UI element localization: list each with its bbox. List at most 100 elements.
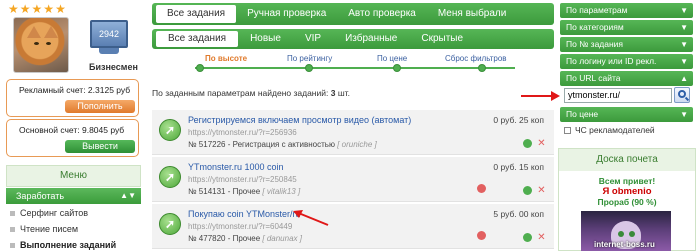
sort-dot[interactable] <box>305 64 313 72</box>
task-title[interactable]: YTmonster.ru 1000 coin <box>188 162 284 172</box>
like-icon[interactable] <box>523 186 532 195</box>
task-meta-text: № 514131 - Прочее <box>188 187 261 196</box>
like-icon[interactable] <box>523 233 532 242</box>
hide-icon[interactable]: ✕ <box>537 139 546 149</box>
task-meta: № 517226 - Регистрация с активностью [ o… <box>188 140 377 149</box>
hide-icon[interactable]: ✕ <box>537 186 546 196</box>
arrow-icon: ▼ <box>680 57 688 66</box>
red-arrow-head <box>551 91 560 101</box>
sort-dot[interactable] <box>393 64 401 72</box>
task-meta: № 477820 - Прочее [ danunax ] <box>188 234 302 243</box>
like-icon[interactable] <box>523 139 532 148</box>
stop-icon[interactable] <box>477 184 486 193</box>
found-count-text: По заданным параметрам найдено заданий: … <box>152 88 350 98</box>
tab-chosen-me[interactable]: Меня выбрали <box>427 5 518 23</box>
arrow-up-right-icon[interactable]: ➚ <box>159 119 181 141</box>
collapse-arrows-icon: ▲▼ <box>120 191 136 200</box>
found-count: 3 <box>330 88 336 98</box>
topup-button[interactable]: Пополнить <box>65 100 135 113</box>
task-meta-text: № 517226 - Регистрация с активностью <box>188 140 335 149</box>
level-monitor-icon: 2942 <box>90 20 128 48</box>
sort-dot[interactable] <box>478 64 486 72</box>
filter-by-login[interactable]: По логину или ID рекл. ▼ <box>560 54 693 69</box>
subtab-new[interactable]: Новые <box>238 31 293 47</box>
filter-label: По URL сайта <box>566 73 621 83</box>
menu-item-mail[interactable]: Чтение писем <box>10 224 78 234</box>
task-meta-text: № 477820 - Прочее <box>188 234 261 243</box>
honor-username[interactable]: Я obmenio <box>559 186 695 197</box>
task-url: https://ytmonster.ru/?r=250845 <box>188 175 297 184</box>
checkbox[interactable] <box>564 127 571 135</box>
blacklist-option[interactable]: ЧС рекламодателей <box>564 125 655 135</box>
menu-item-label: Чтение писем <box>20 224 79 234</box>
sub-tabs: Все задания Новые VIP Избранные Скрытые <box>152 29 554 49</box>
arrow-icon: ▼ <box>680 110 688 119</box>
honor-rank: Прораб (90 %) <box>597 197 657 207</box>
stop-icon[interactable] <box>477 231 486 240</box>
menu-section-earn[interactable]: Заработать ▲▼ <box>6 188 141 204</box>
watermark-text: internet-boss.ru <box>594 240 655 249</box>
task-price: 0 руб. 25 коп <box>493 115 544 125</box>
search-icon[interactable] <box>674 87 690 103</box>
star-icon: ★ <box>43 2 55 16</box>
main-balance-box: Основной счет: 9.8045 руб Вывести <box>6 119 139 157</box>
tab-all-tasks[interactable]: Все задания <box>156 5 237 23</box>
task-title[interactable]: Покупаю coin YTMonster/ru <box>188 209 301 219</box>
tab-manual-check[interactable]: Ручная проверка <box>236 5 337 23</box>
star-icon: ★ <box>31 2 43 16</box>
filter-by-params[interactable]: По параметрам ▼ <box>560 3 693 18</box>
url-filter-input[interactable]: ytmonster.ru/ <box>564 88 672 103</box>
level-name: Бизнесмен <box>89 62 138 72</box>
menu-title: Меню <box>6 165 141 187</box>
found-prefix: По заданным параметрам найдено заданий: <box>152 88 329 98</box>
subtab-favorites[interactable]: Избранные <box>333 31 409 47</box>
filter-by-task-number[interactable]: По № задания ▼ <box>560 37 693 52</box>
task-author[interactable]: [ oruniche ] <box>337 140 377 149</box>
menu-item-surfing[interactable]: Серфинг сайтов <box>10 208 88 218</box>
star-icon: ★ <box>8 2 19 16</box>
filter-label: По № задания <box>566 39 624 49</box>
main-balance-label: Основной счет: 9.8045 руб <box>19 125 125 135</box>
filter-by-category[interactable]: По категориям ▼ <box>560 20 693 35</box>
withdraw-button[interactable]: Вывести <box>65 140 135 153</box>
honor-greeting: Всем привет! <box>598 176 656 186</box>
tab-auto-check[interactable]: Авто проверка <box>337 5 427 23</box>
honor-board-title: Доска почета <box>559 149 695 171</box>
reset-filters[interactable]: Сброс фильтров <box>445 54 507 63</box>
task-price: 0 руб. 15 коп <box>493 162 544 172</box>
filter-label: По параметрам <box>566 5 628 15</box>
found-suffix: шт. <box>337 88 350 98</box>
arrow-icon: ▲ <box>680 74 688 83</box>
task-author[interactable]: [ danunax ] <box>262 234 302 243</box>
list-item: ➚ Покупаю coin YTMonster/ru https://ytmo… <box>152 204 554 249</box>
subtab-hidden[interactable]: Скрытые <box>409 31 475 47</box>
sort-by-price[interactable]: По цене <box>377 54 407 63</box>
sort-by-rating[interactable]: По рейтингу <box>287 54 332 63</box>
level-number: 2942 <box>98 29 120 39</box>
star-icon: ★ <box>19 2 31 16</box>
sort-knob[interactable] <box>196 64 204 72</box>
arrow-up-right-icon[interactable]: ➚ <box>159 166 181 188</box>
task-title[interactable]: Регистрируемся включаем просмотр видео (… <box>188 115 411 125</box>
avatar[interactable] <box>13 17 69 73</box>
menu-item-tasks[interactable]: Выполнение заданий <box>10 240 116 250</box>
task-author[interactable]: [ vitalik13 ] <box>262 187 300 196</box>
bullet-icon <box>10 227 15 233</box>
ad-balance-label: Рекламный счет: 2.3125 руб <box>19 85 131 95</box>
sort-by-height[interactable]: По высоте <box>205 54 247 63</box>
subtab-vip[interactable]: VIP <box>293 31 333 47</box>
arrow-up-right-icon[interactable]: ➚ <box>159 213 181 235</box>
filter-by-price[interactable]: По цене ▼ <box>560 107 693 122</box>
arrow-icon: ▼ <box>680 40 688 49</box>
hide-icon[interactable]: ✕ <box>537 233 546 243</box>
top-tabs: Все задания Ручная проверка Авто проверк… <box>152 3 554 25</box>
filter-by-url[interactable]: По URL сайта ▲ <box>560 71 693 86</box>
profile-panel: ★ ★ ★ ★ ★ 2942 Бизнесмен Рекламный счет:… <box>0 0 145 251</box>
bullet-icon <box>10 243 15 249</box>
filter-label: По категориям <box>566 22 624 32</box>
menu-section-label: Заработать <box>16 191 65 201</box>
star-icon: ★ <box>55 2 66 16</box>
subtab-all[interactable]: Все задания <box>156 31 239 47</box>
list-item: ➚ Регистрируемся включаем просмотр видео… <box>152 110 554 155</box>
honor-board: Доска почета Всем привет! Я obmenio Прор… <box>558 148 696 251</box>
